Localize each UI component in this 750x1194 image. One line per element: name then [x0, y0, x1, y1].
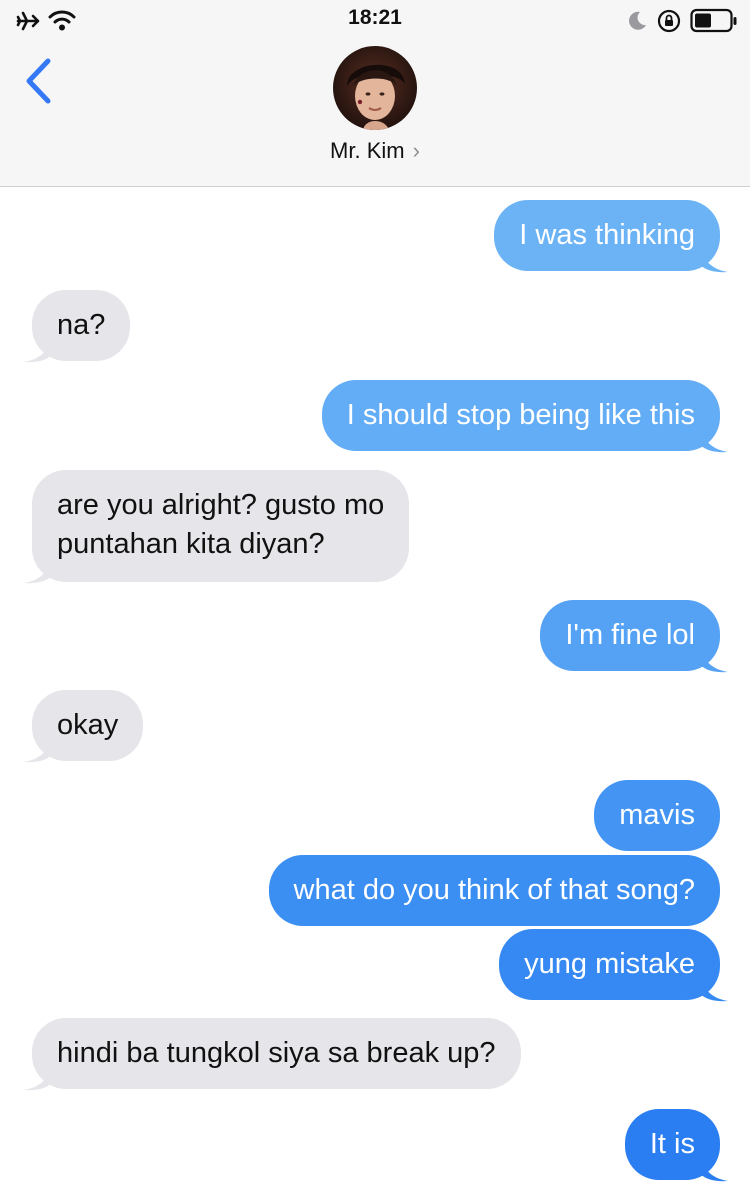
- orientation-lock-icon: [657, 9, 681, 33]
- bubble-tail: [700, 1152, 728, 1182]
- sent-message[interactable]: what do you think of that song?: [268, 855, 720, 926]
- message-text: na?: [57, 309, 106, 341]
- contact-name: Mr. Kim: [330, 138, 405, 163]
- message-text: mavis: [619, 799, 695, 831]
- bubble-tail: [700, 423, 728, 453]
- bubble-tail: [24, 554, 52, 584]
- chevron-right-icon: ›: [412, 138, 420, 163]
- moon-icon: [629, 11, 646, 30]
- sent-message[interactable]: yung mistake: [499, 929, 720, 1000]
- conversation-header: 18:21 Mr. Kim ›: [0, 0, 750, 187]
- message-text-line: are you alright? gusto mo: [57, 489, 385, 521]
- message-text: I should stop being like this: [346, 399, 695, 431]
- contact-name-row[interactable]: Mr. Kim ›: [0, 138, 750, 164]
- sent-message[interactable]: I was thinking: [494, 200, 720, 271]
- sent-message[interactable]: I should stop being like this: [321, 380, 720, 451]
- bubble-tail: [24, 733, 52, 763]
- sent-message[interactable]: I'm fine lol: [540, 600, 720, 671]
- received-message[interactable]: hindi ba tungkol siya sa break up?: [32, 1018, 521, 1089]
- message-text: okay: [57, 709, 119, 741]
- bubble-tail: [700, 972, 728, 1002]
- message-text: It is: [649, 1128, 695, 1160]
- back-arrow-icon[interactable]: [20, 56, 60, 106]
- battery-icon: [690, 8, 737, 33]
- bubble-tail: [24, 1061, 52, 1091]
- message-text: I was thinking: [519, 219, 695, 251]
- message-text-line: puntahan kita diyan?: [57, 528, 325, 560]
- sent-message[interactable]: mavis: [594, 780, 720, 851]
- bubble-tail: [700, 243, 728, 273]
- bubble-tail: [24, 333, 52, 363]
- message-text: hindi ba tungkol siya sa break up?: [57, 1037, 496, 1069]
- contact-avatar[interactable]: [333, 46, 417, 130]
- message-text: what do you think of that song?: [293, 874, 695, 906]
- message-text: I'm fine lol: [565, 619, 695, 651]
- message-text: yung mistake: [524, 948, 695, 980]
- bubble-tail: [700, 643, 728, 673]
- received-message[interactable]: are you alright? gusto mo puntahan kita …: [32, 470, 410, 582]
